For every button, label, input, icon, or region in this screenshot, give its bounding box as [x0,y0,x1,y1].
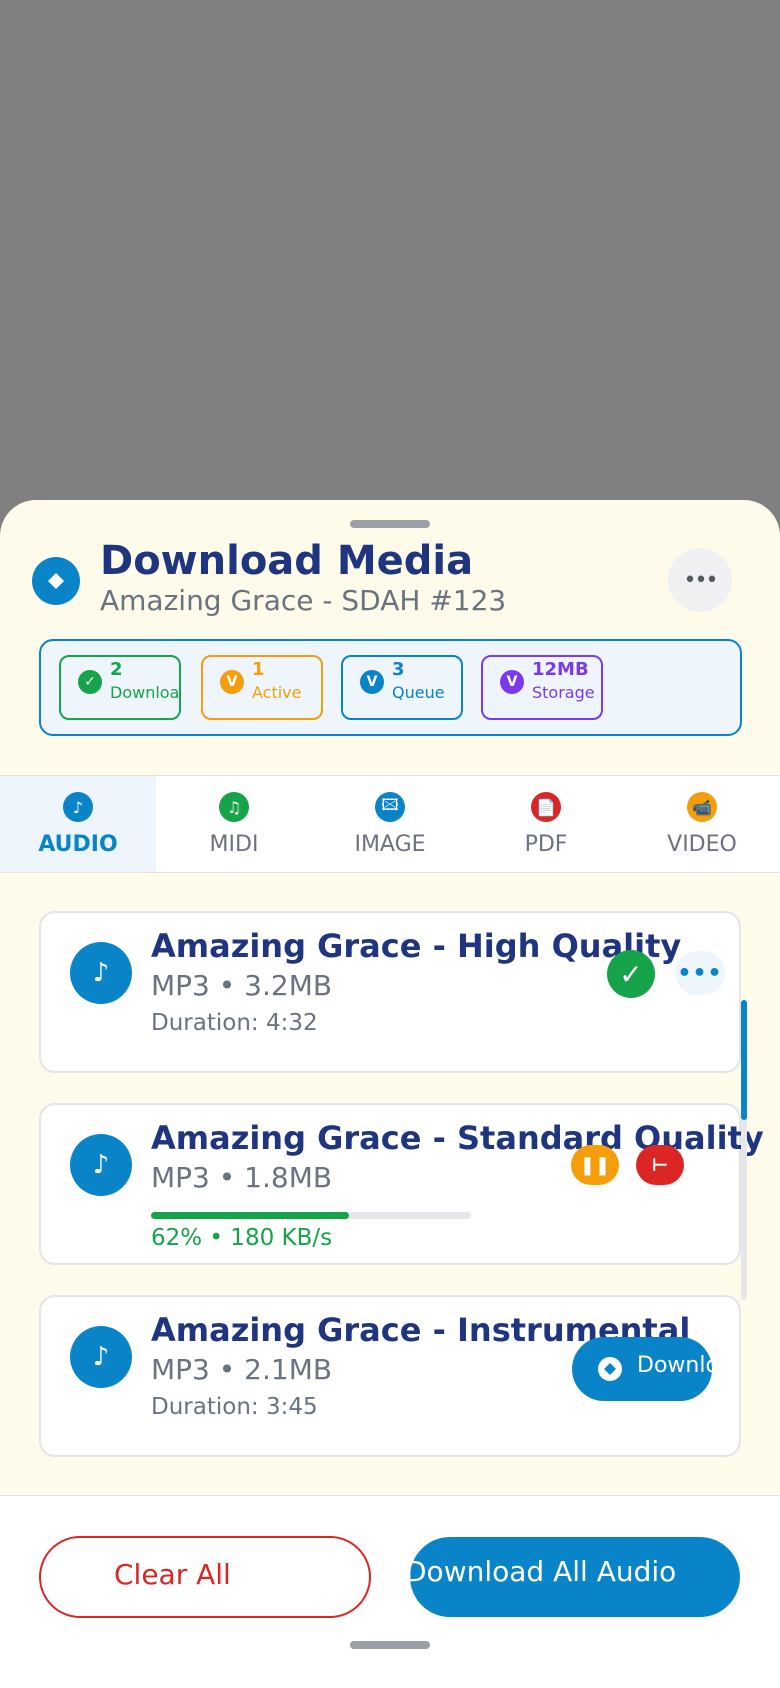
tab-label: IMAGE [354,832,426,857]
stat-value: 2 [110,659,123,680]
media-item-card[interactable]: ♪ Amazing Grace - Standard Quality MP3 •… [39,1103,764,1265]
music-note-icon: ♪ [70,942,132,1004]
downloaded-check-icon: ✓ [607,950,655,998]
stat-active: V 1 Active [201,655,323,720]
media-item-duration: Duration: 3:45 [151,1394,318,1420]
more-options-button[interactable]: ••• [668,548,732,612]
media-item-meta: MP3 • 3.2MB [151,969,333,1002]
tab-label: MIDI [209,832,259,857]
download-all-label: Download All Audio [410,1555,677,1588]
midi-notes-icon: ♫ [219,792,249,822]
scrollbar-thumb[interactable] [741,1000,747,1120]
active-icon: V [220,670,244,694]
tab-audio[interactable]: ♪ AUDIO [0,776,156,872]
media-item-card[interactable]: ♪ Amazing Grace - High Quality MP3 • 3.2… [39,911,741,1073]
video-camera-icon: 📹 [687,792,717,822]
stat-value: 3 [392,659,405,680]
action-footer: Clear All Download All Audio [0,1495,780,1688]
download-progress-text: 62% • 180 KB/s [151,1225,333,1251]
stats-panel: ✓ 2 Downloaded V 1 Active V 3 Queue V 12… [39,639,742,736]
download-progress-fill [151,1212,350,1219]
download-media-sheet: Download Media Amazing Grace - SDAH #123… [0,500,780,1688]
stat-label: Active [252,683,302,702]
more-icon: ••• [683,567,719,593]
download-all-audio-button[interactable]: Download All Audio [410,1537,740,1617]
music-note-icon: ♪ [70,1326,132,1388]
media-type-tabs: ♪ AUDIO ♫ MIDI 🖾 IMAGE 📄 PDF 📹 VIDEO [0,775,780,873]
cancel-icon: ⊢ [651,1154,669,1176]
stat-queue: V 3 Queue [341,655,463,720]
download-diamond-icon [598,1357,622,1381]
stat-label: Storage [532,683,595,702]
clear-all-button[interactable]: Clear All [39,1536,371,1618]
media-item-title: Amazing Grace - High Quality [151,927,682,965]
stat-label: Queue [392,683,445,702]
queue-icon: V [360,670,384,694]
sheet-title: Download Media [100,538,474,584]
cancel-download-button[interactable]: ⊢ [636,1145,684,1185]
tab-label: VIDEO [667,832,737,857]
tab-image[interactable]: 🖾 IMAGE [312,776,468,872]
download-button-label: Download [637,1353,712,1378]
download-button[interactable]: Download [572,1337,712,1401]
image-frame-icon: 🖾 [375,792,405,822]
check-icon: ✓ [78,670,102,694]
clear-all-label: Clear All [114,1558,231,1591]
music-note-icon: ♪ [63,792,93,822]
media-item-duration: Duration: 4:32 [151,1010,318,1036]
media-item-meta: MP3 • 1.8MB [151,1161,333,1194]
media-item-card[interactable]: ♪ Amazing Grace - Instrumental MP3 • 2.1… [39,1295,741,1457]
download-progress-bar [151,1212,471,1219]
download-diamond-icon [32,557,80,605]
tab-label: AUDIO [38,832,118,857]
stat-label: Downloaded [110,683,180,702]
music-note-icon: ♪ [70,1134,132,1196]
stat-value: 12MB [532,659,589,680]
pause-button[interactable]: ❚❚ [571,1145,619,1185]
pause-icon: ❚❚ [579,1154,611,1176]
tab-midi[interactable]: ♫ MIDI [156,776,312,872]
media-item-meta: MP3 • 2.1MB [151,1353,333,1386]
stat-downloaded: ✓ 2 Downloaded [59,655,181,720]
home-indicator [350,1641,430,1649]
item-more-button[interactable]: ••• [675,951,725,995]
sheet-subtitle: Amazing Grace - SDAH #123 [100,584,507,617]
more-dots-icon: ••• [677,960,723,986]
document-icon: 📄 [531,792,561,822]
sheet-grabber[interactable] [350,520,430,528]
stat-storage: V 12MB Storage [481,655,603,720]
stat-value: 1 [252,659,265,680]
tab-video[interactable]: 📹 VIDEO [624,776,780,872]
tab-pdf[interactable]: 📄 PDF [468,776,624,872]
tab-label: PDF [524,832,568,857]
storage-icon: V [500,670,524,694]
